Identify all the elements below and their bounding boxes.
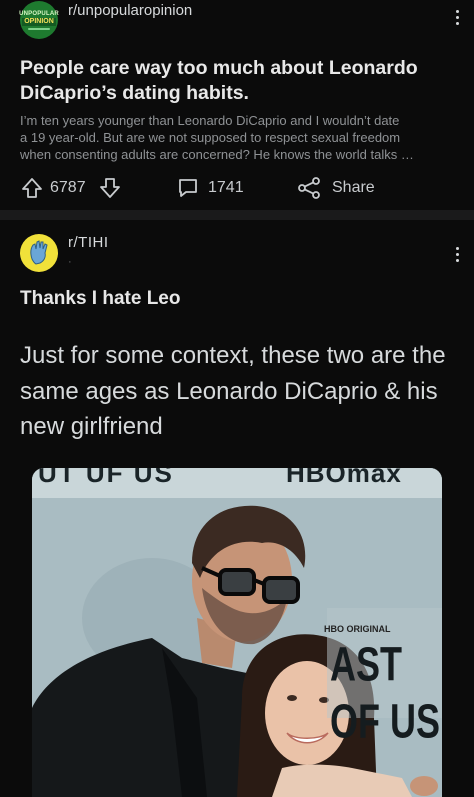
subreddit-avatar[interactable]: UNPOPULAR OPINION xyxy=(19,1,59,39)
comment-count: 1741 xyxy=(208,179,244,196)
post-divider xyxy=(0,210,474,220)
more-vertical-icon[interactable] xyxy=(454,10,460,25)
comments-button[interactable]: 1741 xyxy=(176,174,244,202)
upvote-button[interactable] xyxy=(20,174,44,202)
post-image-caption: Just for some context, these two are the… xyxy=(20,342,446,440)
subreddit-name[interactable]: r/TIHI xyxy=(68,234,109,251)
share-label: Share xyxy=(332,179,375,196)
vote-count: 6787 xyxy=(50,174,86,202)
avatar-underline xyxy=(28,27,50,30)
post-card-tihi[interactable]: r/TIHI · Thanks I hate Leo Just for some… xyxy=(0,220,474,797)
post-image[interactable]: UT UF US HBOmax HBO ORIGINAL AST OF US xyxy=(32,468,442,797)
downvote-arrow-icon xyxy=(100,178,120,198)
upvote-arrow-icon xyxy=(22,178,42,198)
photo-hbo-label: HBO ORIGINAL xyxy=(324,624,391,634)
tihi-hand-icon xyxy=(30,240,48,265)
subreddit-name[interactable]: r/unpopularopinion xyxy=(68,2,192,19)
post-meta: · xyxy=(68,256,72,268)
more-vertical-icon[interactable] xyxy=(454,247,460,262)
post-actions-bar: 6787 1741 Share xyxy=(0,174,474,202)
comment-bubble-icon xyxy=(179,179,197,197)
share-button[interactable]: Share xyxy=(296,174,375,202)
post-title[interactable]: Thanks I hate Leo xyxy=(20,288,180,310)
subreddit-avatar[interactable] xyxy=(20,234,58,272)
avatar-text-line1: UNPOPULAR xyxy=(19,10,59,17)
photo-text-top-left: UT UF US xyxy=(38,468,174,488)
vote-count-text: 6787 xyxy=(50,179,86,196)
post-card-unpopularopinion[interactable]: UNPOPULAR OPINION r/unpopularopinion Peo… xyxy=(0,0,474,210)
avatar-text-line2: OPINION xyxy=(22,17,56,26)
downvote-button[interactable] xyxy=(98,174,122,202)
photo-text-top-right: HBOmax xyxy=(286,468,402,488)
share-nodes-icon xyxy=(298,177,320,199)
post-title[interactable]: People care way too much about Leonardo … xyxy=(20,56,460,106)
post-body-preview[interactable]: I’m ten years younger than Leonardo DiCa… xyxy=(20,112,460,163)
photo-logo-text: AST OF US xyxy=(330,636,441,749)
